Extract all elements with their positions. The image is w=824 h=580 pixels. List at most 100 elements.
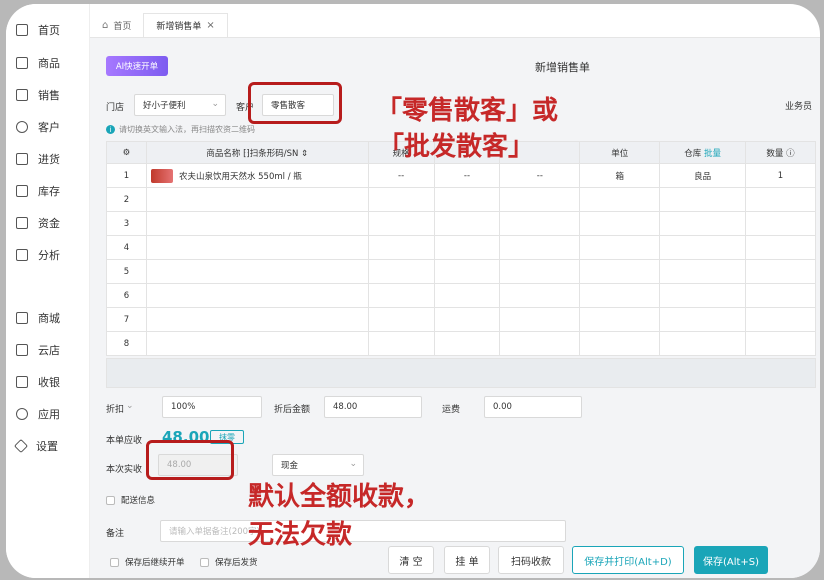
tab-home[interactable]: ⌂ 首页 xyxy=(90,13,143,37)
sidebar-item-label: 收银 xyxy=(38,376,60,389)
after-discount-label: 折后金额 xyxy=(274,405,311,415)
column-header-product: 商品名称 ⁅⁆扫条形码/SN ⇕ xyxy=(145,141,369,164)
settings-icon[interactable]: ⚙ xyxy=(106,141,147,164)
payment-annotation-line2: 无法欠款 xyxy=(248,520,353,550)
column-header-unit: 单位 xyxy=(579,141,661,164)
barcode-icon: ⁅⁆ xyxy=(243,148,250,159)
delivery-info-checkbox[interactable]: 配送信息 xyxy=(106,494,155,506)
home-icon xyxy=(16,24,28,36)
table-row[interactable]: 8 xyxy=(106,331,816,356)
checkbox[interactable] xyxy=(110,557,119,567)
sidebar-item-label: 首页 xyxy=(38,24,60,37)
settings-icon xyxy=(13,438,29,454)
apps-icon xyxy=(16,408,28,420)
warehouse-cell[interactable]: 良品 xyxy=(659,163,747,188)
chevron-down-icon[interactable]: ⌄ xyxy=(126,401,134,411)
app-window: 首页 商品 销售 客户 进货 库存 资金 分析 商城 云店 收银 应用 设置 ⌂… xyxy=(6,4,820,578)
sidebar-item-label: 应用 xyxy=(38,408,60,421)
purchase-icon xyxy=(16,153,28,165)
store-value: 好小子便利 xyxy=(143,101,186,111)
customer-highlight-box xyxy=(248,82,342,124)
ship-after-save-checkbox[interactable]: 保存后发货 xyxy=(200,556,258,568)
checkbox[interactable] xyxy=(200,557,209,567)
save-and-print-button[interactable]: 保存并打印(Alt+D) xyxy=(572,546,684,574)
qty-cell[interactable]: 1 xyxy=(745,163,816,188)
sidebar-item-cashier[interactable]: 收银 xyxy=(16,372,60,392)
table-row[interactable]: 2 xyxy=(106,187,816,212)
input-tip: i 请切换英文输入法，再扫描农资二维码 xyxy=(106,124,255,135)
shipping-input[interactable]: 0.00 xyxy=(484,396,582,418)
after-discount-input[interactable]: 48.00 xyxy=(324,396,422,418)
cell: -- xyxy=(433,163,501,188)
sidebar-item-customer[interactable]: 客户 xyxy=(16,117,60,137)
store-select[interactable]: 好小子便利 ⌄ xyxy=(134,94,226,116)
sidebar-item-home[interactable]: 首页 xyxy=(16,20,60,40)
tab-label: 首页 xyxy=(113,21,132,32)
sidebar-item-inventory[interactable]: 库存 xyxy=(16,181,60,201)
sidebar-item-mall[interactable]: 商城 xyxy=(16,308,60,328)
discount-input[interactable]: 100% xyxy=(162,396,262,418)
sidebar-item-sales[interactable]: 销售 xyxy=(16,85,60,105)
sidebar-item-analysis[interactable]: 分析 xyxy=(16,245,60,265)
close-icon[interactable]: × xyxy=(206,20,214,31)
sidebar-item-label: 库存 xyxy=(38,185,60,198)
inventory-icon xyxy=(16,185,28,197)
cashier-icon xyxy=(16,376,28,388)
unit-cell[interactable]: 箱 xyxy=(579,163,661,188)
continue-after-save-checkbox[interactable]: 保存后继续开单 xyxy=(110,556,185,568)
product-table: ⚙ 商品名称 ⁅⁆扫条形码/SN ⇕ 规格 单位 仓库 批量 数量 ⓘ 1 农夫… xyxy=(106,141,816,356)
shipping-label: 运费 xyxy=(442,405,461,415)
received-highlight-box xyxy=(146,440,234,480)
sidebar-item-settings[interactable]: 设置 xyxy=(13,436,58,456)
column-header-warehouse: 仓库 批量 xyxy=(659,141,747,164)
sidebar: 首页 商品 销售 客户 进货 库存 资金 分析 商城 云店 收银 应用 设置 xyxy=(6,4,90,578)
sidebar-item-funds[interactable]: 资金 xyxy=(16,213,60,233)
goods-icon xyxy=(16,57,28,69)
scan-pay-button[interactable]: 扫码收款 xyxy=(498,546,564,574)
received-label: 本次实收 xyxy=(106,465,143,475)
remark-label: 备注 xyxy=(106,529,125,539)
product-cell[interactable]: 农夫山泉饮用天然水 550ml / 瓶 xyxy=(145,163,369,188)
customer-annotation-line2: 「批发散客」 xyxy=(378,132,535,162)
discount-label: 折扣 xyxy=(106,405,125,415)
sidebar-item-label: 设置 xyxy=(36,440,58,453)
table-row[interactable]: 1 农夫山泉饮用天然水 550ml / 瓶 -- -- -- 箱 良品 1 xyxy=(106,163,816,188)
save-button[interactable]: 保存(Alt+S) xyxy=(694,546,768,574)
sidebar-item-apps[interactable]: 应用 xyxy=(16,404,60,424)
tab-bar: ⌂ 首页 新增销售单 × xyxy=(90,12,820,38)
table-row[interactable]: 3 xyxy=(106,211,816,236)
clear-button[interactable]: 清 空 xyxy=(388,546,434,574)
hold-order-button[interactable]: 挂 单 xyxy=(444,546,490,574)
payment-method-select[interactable]: 现金 ⌄ xyxy=(272,454,364,476)
clerk-label: 业务员 xyxy=(784,102,812,112)
sidebar-item-goods[interactable]: 商品 xyxy=(16,53,60,73)
sidebar-item-label: 商城 xyxy=(38,312,60,325)
amount-due-label: 本单应收 xyxy=(106,436,143,446)
sidebar-item-label: 进货 xyxy=(38,153,60,166)
home-icon: ⌂ xyxy=(102,19,109,31)
sidebar-item-purchase[interactable]: 进货 xyxy=(16,149,60,169)
product-thumbnail xyxy=(150,168,173,183)
cell: -- xyxy=(499,163,581,188)
table-summary-bar xyxy=(106,358,816,388)
table-row[interactable]: 7 xyxy=(106,307,816,332)
column-header-qty: 数量 ⓘ xyxy=(745,141,816,164)
ai-quick-order-button[interactable]: AI快速开单 xyxy=(106,56,168,76)
table-row[interactable]: 5 xyxy=(106,259,816,284)
analysis-icon xyxy=(16,249,28,261)
sidebar-item-label: 客户 xyxy=(38,121,60,134)
funds-icon xyxy=(16,217,28,229)
batch-link[interactable]: 批量 xyxy=(704,149,721,159)
tip-text: 请切换英文输入法，再扫描农资二维码 xyxy=(119,125,255,134)
tab-new-sales-order[interactable]: 新增销售单 × xyxy=(143,13,228,37)
table-row[interactable]: 6 xyxy=(106,283,816,308)
chevron-down-icon: ⌄ xyxy=(211,99,219,109)
customer-annotation-line1: 「零售散客」或 xyxy=(376,96,559,126)
mall-icon xyxy=(16,312,28,324)
sidebar-item-cloud-store[interactable]: 云店 xyxy=(16,340,60,360)
table-row[interactable]: 4 xyxy=(106,235,816,260)
checkbox[interactable] xyxy=(106,495,115,505)
customer-icon xyxy=(16,121,28,133)
chevron-down-icon: ⌄ xyxy=(349,459,357,469)
remark-input[interactable]: 请输入单据备注(200字) xyxy=(160,520,566,542)
